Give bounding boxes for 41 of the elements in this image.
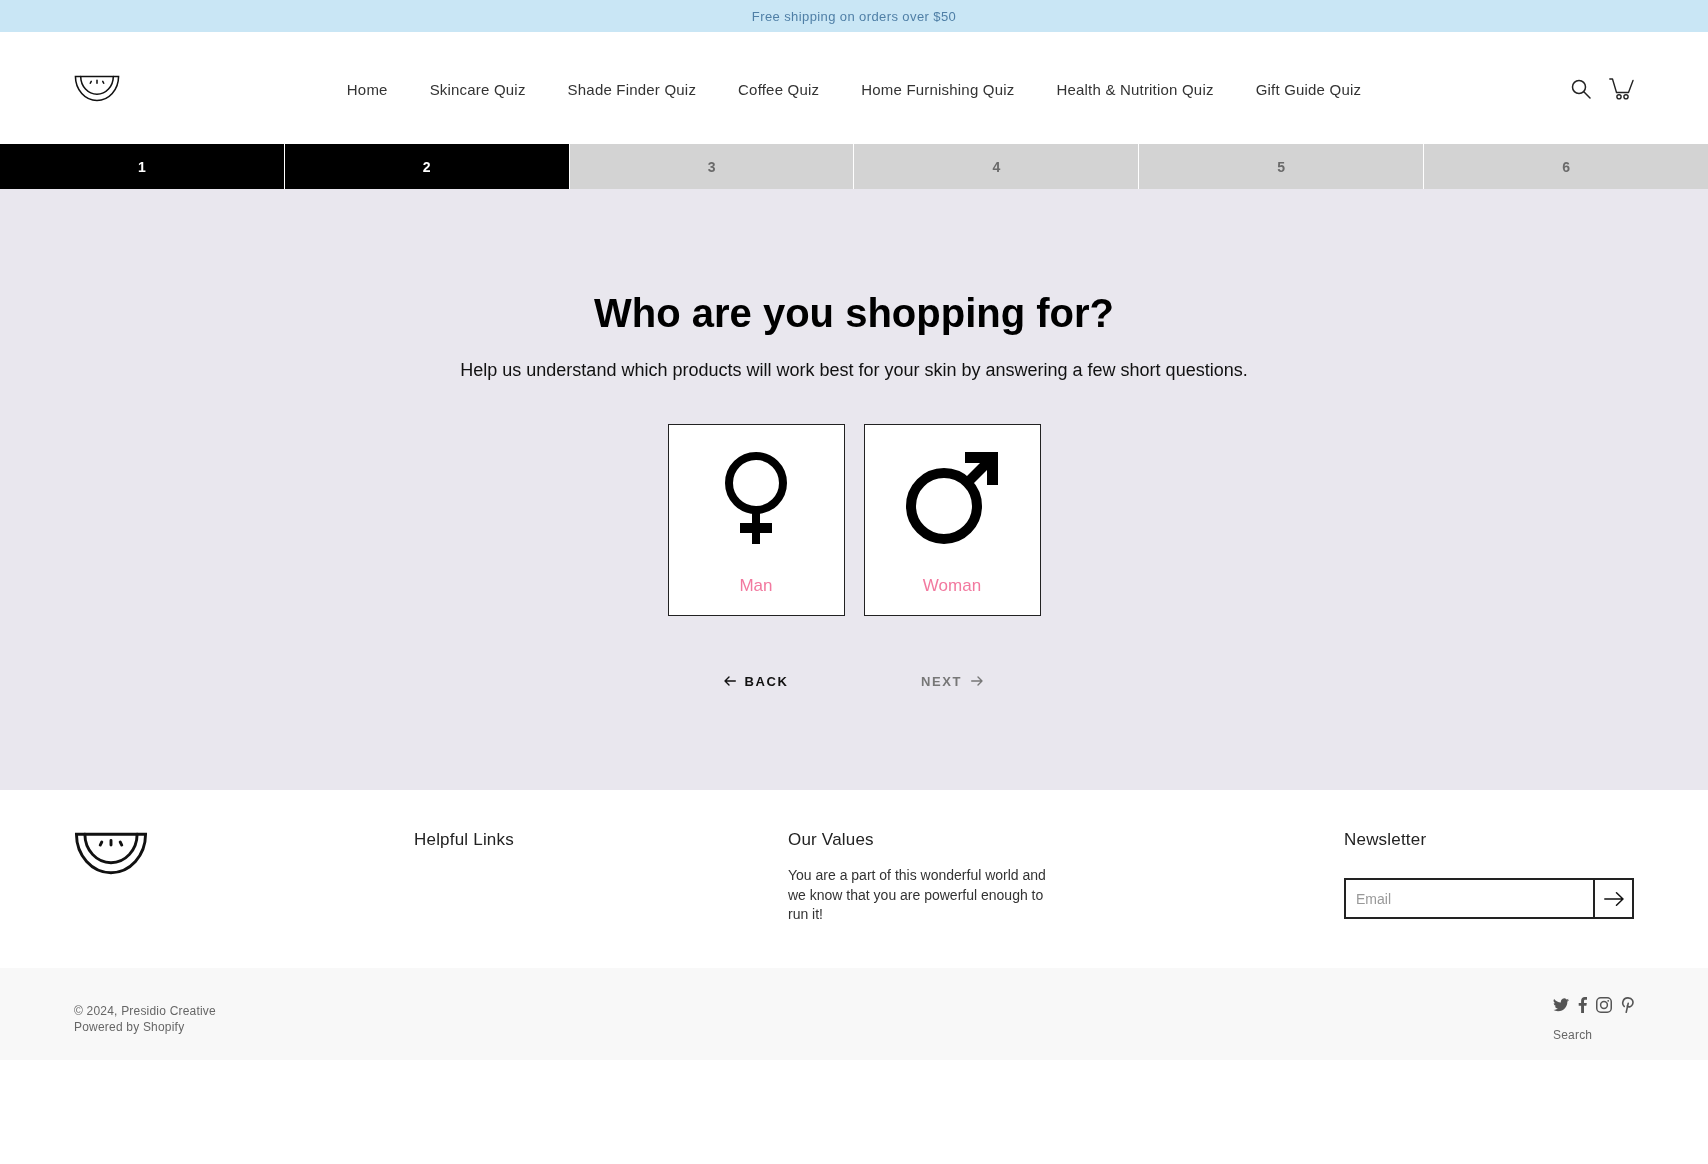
arrow-right-icon bbox=[1603, 891, 1624, 906]
footer-link[interactable]: Search bbox=[1553, 1027, 1593, 1043]
nav-link[interactable]: Skincare Quiz bbox=[429, 80, 526, 98]
announcement-text: Free shipping on orders over $50 bbox=[751, 8, 957, 24]
quiz-title: Who are you shopping for? bbox=[594, 290, 1114, 337]
progress-step: 2 bbox=[284, 144, 569, 189]
copyright-text: © 2024, Presidio Creative bbox=[74, 1003, 216, 1019]
answer-label: Man bbox=[739, 575, 773, 597]
powered-by-link[interactable]: Powered by Shopify bbox=[74, 1019, 185, 1035]
nav-link[interactable]: Health & Nutrition Quiz bbox=[1056, 80, 1214, 98]
pinterest-icon[interactable] bbox=[1621, 997, 1634, 1013]
progress-step: 4 bbox=[854, 144, 1139, 189]
facebook-icon[interactable] bbox=[1578, 997, 1587, 1013]
nav-link[interactable]: Coffee Quiz bbox=[738, 80, 820, 98]
submit-button[interactable] bbox=[1593, 878, 1634, 919]
nav-link[interactable]: Gift Guide Quiz bbox=[1255, 80, 1362, 98]
nav-link[interactable]: Home bbox=[346, 80, 388, 98]
twitter-icon[interactable] bbox=[1553, 998, 1569, 1012]
cart-icon[interactable] bbox=[1609, 78, 1634, 100]
footer-heading: Helpful Links bbox=[414, 829, 514, 851]
answer-label: Woman bbox=[922, 575, 982, 597]
back-button[interactable]: BACK bbox=[723, 671, 789, 691]
search-icon[interactable] bbox=[1571, 79, 1591, 99]
male-symbol-icon bbox=[906, 452, 998, 544]
watermelon-logo-icon bbox=[74, 832, 148, 875]
footer-heading: Newsletter bbox=[1344, 829, 1427, 851]
instagram-icon[interactable] bbox=[1596, 997, 1612, 1013]
footer-text: You are a part of this wonderful world and we know that you are powerful enough to run it! bbox=[788, 866, 1047, 925]
progress-step: 5 bbox=[1139, 144, 1424, 189]
female-symbol-icon bbox=[725, 452, 787, 544]
progress-step: 1 bbox=[0, 144, 284, 189]
watermelon-logo-icon[interactable] bbox=[74, 74, 120, 102]
footer-heading: Our Values bbox=[788, 829, 874, 851]
arrow-left-icon bbox=[723, 676, 736, 686]
progress-step: 3 bbox=[569, 144, 854, 189]
arrow-right-icon bbox=[971, 676, 984, 686]
email-field[interactable]: Email bbox=[1344, 878, 1593, 919]
quiz-subtitle: Help us understand which products will work best for your skin by answering a few short questions. bbox=[460, 359, 1248, 382]
progress-step: 6 bbox=[1424, 144, 1708, 189]
nav-link[interactable]: Shade Finder Quiz bbox=[567, 80, 697, 98]
nav-link[interactable]: Home Furnishing Quiz bbox=[861, 80, 1015, 98]
